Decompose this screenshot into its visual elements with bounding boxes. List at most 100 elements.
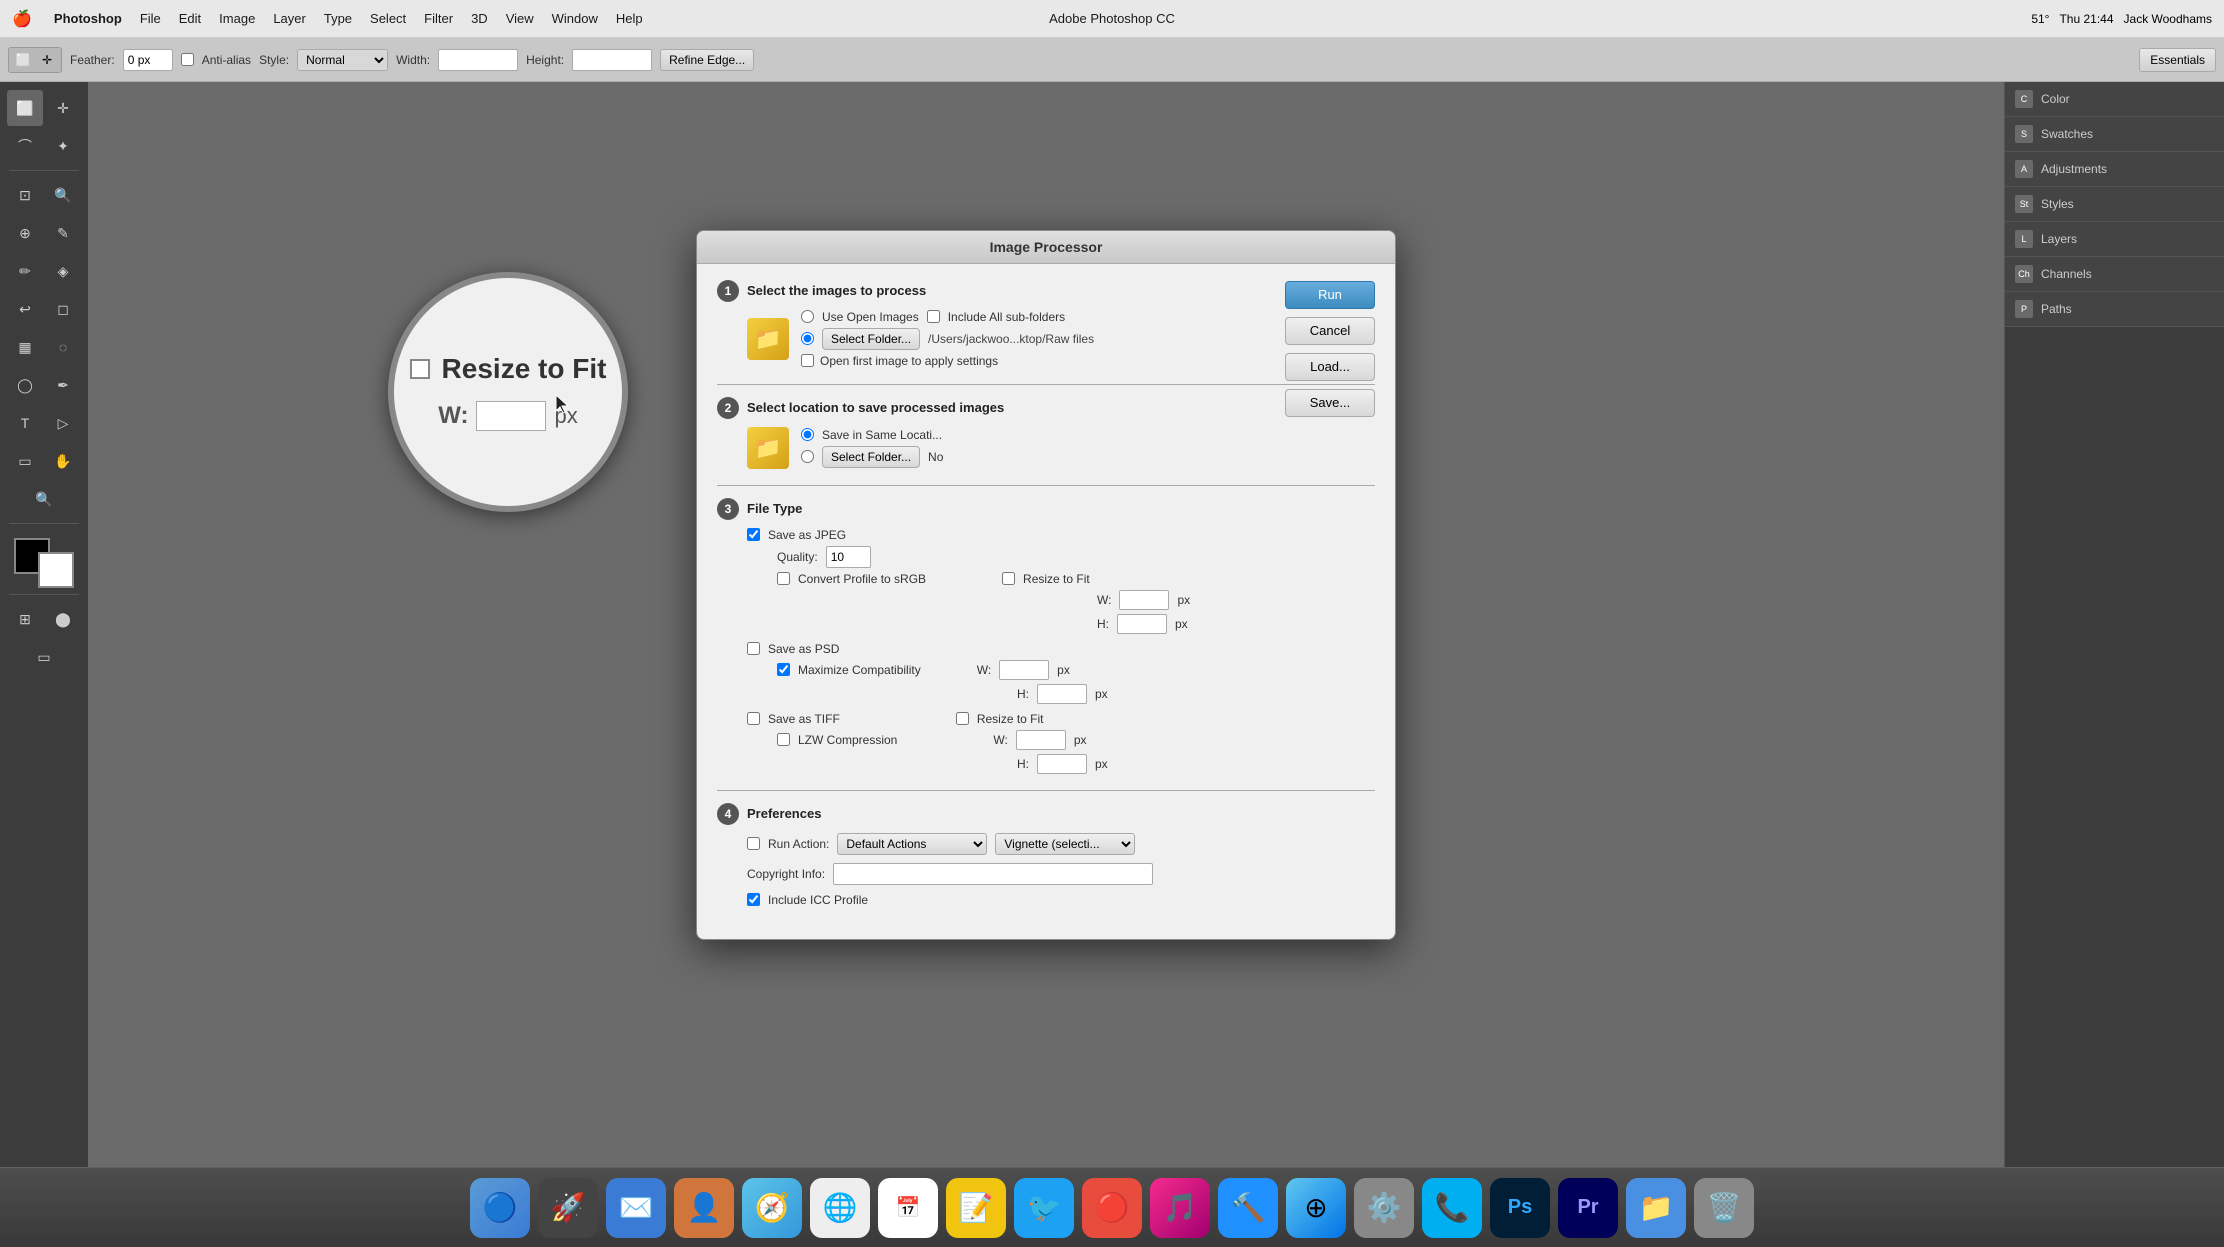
dock-finder[interactable]: 🔵	[470, 1178, 530, 1238]
save-folder-radio[interactable]	[801, 450, 814, 463]
menu-file[interactable]: File	[140, 11, 161, 26]
resize-fit-jpeg-cb[interactable]	[1002, 572, 1015, 585]
action-dropdown[interactable]: Default Actions	[837, 833, 987, 855]
dock-notes[interactable]: 📝	[946, 1178, 1006, 1238]
healing-brush[interactable]: ⊕	[7, 215, 43, 251]
app-name[interactable]: Photoshop	[54, 11, 122, 26]
history-brush[interactable]: ↩	[7, 291, 43, 327]
panel-paths-header[interactable]: P Paths	[2005, 292, 2224, 326]
crop-tool[interactable]: ⊡	[7, 177, 43, 213]
menu-3d[interactable]: 3D	[471, 11, 488, 26]
copyright-input[interactable]	[833, 863, 1153, 885]
action-sub-dropdown[interactable]: Vignette (selecti...	[995, 833, 1135, 855]
run-action-cb[interactable]	[747, 837, 760, 850]
dock-appstore[interactable]: ⊕	[1286, 1178, 1346, 1238]
marquee-tool[interactable]: ⬜	[7, 90, 43, 126]
open-first-image-cb[interactable]	[801, 354, 814, 367]
quality-input[interactable]	[826, 546, 871, 568]
hand-tool[interactable]: ✋	[45, 443, 81, 479]
panel-channels-header[interactable]: Ch Channels	[2005, 257, 2224, 291]
menu-view[interactable]: View	[506, 11, 534, 26]
standard-mode[interactable]: ⊞	[7, 601, 43, 637]
h-input-jpeg[interactable]	[1117, 614, 1167, 634]
blur-tool[interactable]: ◌	[45, 329, 81, 365]
dock-launchpad[interactable]: 🚀	[538, 1178, 598, 1238]
save-same-location-radio[interactable]	[801, 428, 814, 441]
panel-color-header[interactable]: C Color	[2005, 82, 2224, 116]
menu-layer[interactable]: Layer	[273, 11, 306, 26]
quick-mask[interactable]: ⬤	[45, 601, 81, 637]
save-jpeg-cb[interactable]	[747, 528, 760, 541]
select-folder-radio[interactable]	[801, 332, 814, 345]
dock-chrome[interactable]: 🌐	[810, 1178, 870, 1238]
menu-image[interactable]: Image	[219, 11, 255, 26]
menu-filter[interactable]: Filter	[424, 11, 453, 26]
essentials-button[interactable]: Essentials	[2139, 48, 2216, 72]
dock-xcode[interactable]: 🔨	[1218, 1178, 1278, 1238]
save-tiff-cb[interactable]	[747, 712, 760, 725]
menu-help[interactable]: Help	[616, 11, 643, 26]
panel-swatches-header[interactable]: S Swatches	[2005, 117, 2224, 151]
dock-finder2[interactable]: 📁	[1626, 1178, 1686, 1238]
height-input[interactable]	[572, 49, 652, 71]
lzw-cb[interactable]	[777, 733, 790, 746]
eyedropper[interactable]: 🔍	[45, 177, 81, 213]
use-open-images-radio[interactable]	[801, 310, 814, 323]
w-input-psd[interactable]	[999, 660, 1049, 680]
dock-contacts[interactable]: 👤	[674, 1178, 734, 1238]
select-folder-button-1[interactable]: Select Folder...	[822, 328, 920, 350]
pen-tool[interactable]: ✒	[45, 367, 81, 403]
path-select[interactable]: ▷	[45, 405, 81, 441]
apple-menu[interactable]: 🍎	[12, 9, 32, 29]
w-input-jpeg[interactable]	[1119, 590, 1169, 610]
h-input-psd[interactable]	[1037, 684, 1087, 704]
feather-input[interactable]	[123, 49, 173, 71]
load-button[interactable]: Load...	[1285, 353, 1375, 381]
dock-photoshop[interactable]: Ps	[1490, 1178, 1550, 1238]
magic-wand[interactable]: ✦	[45, 128, 81, 164]
dock-premiere[interactable]: Pr	[1558, 1178, 1618, 1238]
convert-profile-cb[interactable]	[777, 572, 790, 585]
dock-skype[interactable]: 📞	[1422, 1178, 1482, 1238]
dock-sysprefs[interactable]: ⚙️	[1354, 1178, 1414, 1238]
dock-trash[interactable]: 🗑️	[1694, 1178, 1754, 1238]
style-select[interactable]: Normal Fixed Ratio Fixed Size	[297, 49, 388, 71]
zoom-tool[interactable]: 🔍	[26, 481, 62, 517]
dodge-tool[interactable]: ◯	[7, 367, 43, 403]
background-color[interactable]	[38, 552, 74, 588]
menu-window[interactable]: Window	[552, 11, 598, 26]
patch-tool[interactable]: ✎	[45, 215, 81, 251]
panel-adjustments-header[interactable]: A Adjustments	[2005, 152, 2224, 186]
run-button[interactable]: Run	[1285, 281, 1375, 309]
mag-w-input[interactable]	[476, 401, 546, 431]
dock-twitter[interactable]: 🐦	[1014, 1178, 1074, 1238]
dock-mail[interactable]: ✉️	[606, 1178, 666, 1238]
brush-tool[interactable]: ✏	[7, 253, 43, 289]
refine-edge-button[interactable]: Refine Edge...	[660, 49, 754, 71]
move-tool-icon[interactable]: ✛	[37, 50, 57, 70]
include-icc-cb[interactable]	[747, 893, 760, 906]
save-button[interactable]: Save...	[1285, 389, 1375, 417]
select-folder-button-2[interactable]: Select Folder...	[822, 446, 920, 468]
panel-styles-header[interactable]: St Styles	[2005, 187, 2224, 221]
lasso-move[interactable]: ✛	[45, 90, 81, 126]
dock-safari[interactable]: 🧭	[742, 1178, 802, 1238]
menu-type[interactable]: Type	[324, 11, 352, 26]
dock-itunes[interactable]: 🎵	[1150, 1178, 1210, 1238]
maximize-compat-cb[interactable]	[777, 663, 790, 676]
screen-mode[interactable]: ▭	[26, 639, 62, 675]
menu-edit[interactable]: Edit	[179, 11, 201, 26]
anti-alias-checkbox[interactable]	[181, 53, 194, 66]
color-picker[interactable]	[14, 538, 74, 588]
gradient-tool[interactable]: ▦	[7, 329, 43, 365]
include-subfolders-cb[interactable]	[927, 310, 940, 323]
resize-fit-tiff-cb[interactable]	[956, 712, 969, 725]
lasso-tool[interactable]: ⌒	[7, 128, 43, 164]
rect-shape[interactable]: ▭	[7, 443, 43, 479]
h-input-tiff[interactable]	[1037, 754, 1087, 774]
type-tool[interactable]: T	[7, 405, 43, 441]
w-input-tiff[interactable]	[1016, 730, 1066, 750]
eraser-tool[interactable]: ◻	[45, 291, 81, 327]
cancel-button[interactable]: Cancel	[1285, 317, 1375, 345]
menu-select[interactable]: Select	[370, 11, 406, 26]
